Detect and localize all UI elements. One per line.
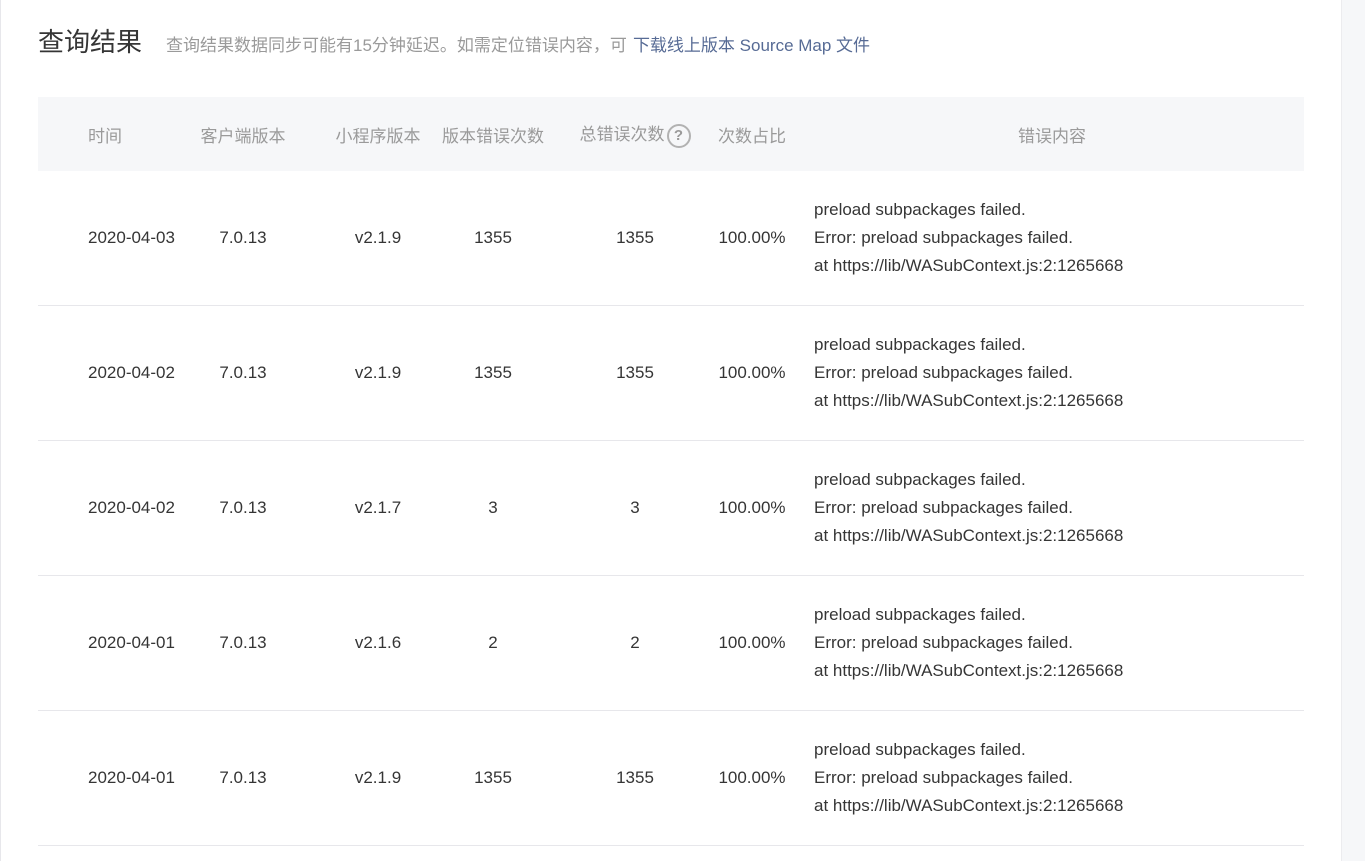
cell-error-content: preload subpackages failed. Error: preloa… [800, 196, 1304, 280]
error-content-line: preload subpackages failed. [814, 335, 1026, 354]
cell-total-errors: 1355 [616, 768, 654, 787]
table-row: 2020-04-02 7.0.13 v2.1.7 3 3 100.00% preload s… [38, 441, 1304, 576]
error-content-line: at https://lib/WASubContext.js:2:1265668 [814, 526, 1124, 545]
scrollbar-track[interactable] [1341, 0, 1365, 861]
page: 查询结果 查询结果数据同步可能有15分钟延迟。如需定位错误内容，可 下载线上版本… [0, 0, 1365, 861]
error-content-line: Error: preload subpackages failed. [814, 768, 1073, 787]
error-content-line: at https://lib/WASubContext.js:2:1265668 [814, 391, 1124, 410]
left-divider [0, 0, 1, 861]
cell-error-content: preload subpackages failed. Error: preloa… [800, 601, 1304, 685]
table-row: 2020-04-02 7.0.13 v2.1.9 1355 1355 100.00% pre… [38, 306, 1304, 441]
error-content-line: preload subpackages failed. [814, 605, 1026, 624]
column-header-content: 错误内容 [1018, 126, 1086, 146]
cell-ratio: 100.00% [718, 498, 786, 517]
cell-error-content: preload subpackages failed. Error: preloa… [800, 736, 1304, 820]
column-header-ratio: 次数占比 [718, 126, 786, 146]
error-content-line: Error: preload subpackages failed. [814, 498, 1073, 517]
error-content-line: preload subpackages failed. [814, 470, 1026, 489]
error-content-line: at https://lib/WASubContext.js:2:1265668 [814, 796, 1124, 815]
table-header: 时间 客户端版本 小程序版本 版本错误次数 总错误次数? 次数占比 错误内容 [38, 97, 1304, 171]
cell-total-errors: 1355 [616, 363, 654, 382]
error-content-line: at https://lib/WASubContext.js:2:1265668 [814, 661, 1124, 680]
cell-ratio: 100.00% [718, 363, 786, 382]
table-row: 2020-04-01 7.0.13 v2.1.9 1355 1355 100.00% pre… [38, 711, 1304, 846]
error-content-line: Error: preload subpackages failed. [814, 228, 1073, 247]
cell-total-errors: 2 [630, 633, 640, 652]
cell-error-content: preload subpackages failed. Error: preloa… [800, 331, 1304, 415]
cell-version-errors: 1355 [474, 363, 512, 382]
page-title: 查询结果 [38, 27, 143, 57]
cell-ratio: 100.00% [718, 768, 786, 787]
error-content-line: preload subpackages failed. [814, 740, 1026, 759]
column-header-total-errors-label: 总错误次数 [579, 125, 665, 145]
cell-error-content: preload subpackages failed. Error: preloa… [800, 466, 1304, 550]
error-content-line: Error: preload subpackages failed. [814, 363, 1073, 382]
column-header-version-errors: 版本错误次数 [442, 126, 544, 146]
cell-version-errors: 1355 [474, 228, 512, 247]
table-body: 2020-04-03 7.0.13 v2.1.9 1355 1355 100.00% pre… [38, 171, 1304, 846]
cell-ratio: 100.00% [718, 633, 786, 652]
sync-delay-notice: 查询结果数据同步可能有15分钟延迟。如需定位错误内容，可 [166, 36, 627, 55]
column-header-total-errors: 总错误次数? [544, 120, 694, 148]
cell-total-errors: 3 [630, 498, 640, 517]
cell-ratio: 100.00% [718, 228, 786, 247]
error-results-table: 时间 客户端版本 小程序版本 版本错误次数 总错误次数? 次数占比 错误内容 2… [38, 97, 1304, 846]
download-source-map-link[interactable]: 下载线上版本 Source Map 文件 [633, 28, 870, 64]
table-row: 2020-04-01 7.0.13 v2.1.6 2 2 100.00% preload s… [38, 576, 1304, 711]
error-content-line: preload subpackages failed. [814, 200, 1026, 219]
error-content-line: Error: preload subpackages failed. [814, 633, 1073, 652]
cell-version-errors: 2 [488, 633, 498, 652]
results-header: 查询结果 查询结果数据同步可能有15分钟延迟。如需定位错误内容，可 下载线上版本… [38, 24, 870, 60]
error-content-line: at https://lib/WASubContext.js:2:1265668 [814, 256, 1124, 275]
cell-version-errors: 1355 [474, 768, 512, 787]
cell-version-errors: 3 [488, 498, 498, 517]
cell-total-errors: 1355 [616, 228, 654, 247]
table-row: 2020-04-03 7.0.13 v2.1.9 1355 1355 100.00% pre… [38, 171, 1304, 306]
